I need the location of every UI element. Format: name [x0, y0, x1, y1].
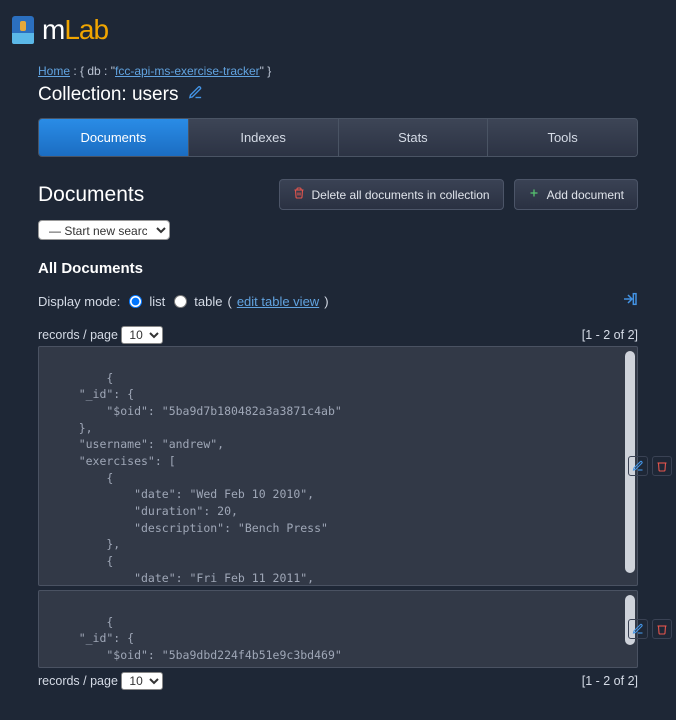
add-document-label: Add document: [547, 188, 624, 202]
logo-m: m: [42, 14, 64, 45]
rpp-select-top[interactable]: 10: [121, 326, 163, 344]
edit-table-view-link[interactable]: edit table view: [237, 294, 319, 309]
display-mode-table-label: table: [194, 294, 222, 309]
page-title-text: Collection: users: [38, 84, 178, 106]
records-per-page-bottom: records / page 10: [38, 672, 163, 690]
app-header: mLab: [0, 0, 676, 64]
display-mode-table-radio[interactable]: [174, 295, 187, 308]
delete-document-icon[interactable]: [652, 619, 672, 639]
breadcrumb-db-link[interactable]: fcc-api-ms-exercise-tracker: [115, 64, 260, 78]
page-title: Collection: users: [38, 84, 638, 106]
display-mode-list-radio[interactable]: [129, 295, 142, 308]
edit-document-icon[interactable]: [628, 619, 648, 639]
tab-indexes[interactable]: Indexes: [189, 119, 339, 156]
tab-tools[interactable]: Tools: [488, 119, 637, 156]
rpp-label-bottom: records / page: [38, 674, 118, 688]
records-per-page-top: records / page 10: [38, 326, 163, 344]
tabs: Documents Indexes Stats Tools: [38, 118, 638, 157]
delete-all-button[interactable]: Delete all documents in collection: [279, 179, 504, 210]
trash-icon: [293, 187, 305, 202]
logo-lab: Lab: [64, 14, 108, 45]
tab-stats[interactable]: Stats: [339, 119, 489, 156]
export-icon[interactable]: [622, 291, 638, 312]
edit-document-icon[interactable]: [628, 456, 648, 476]
document-json: { "_id": { "$oid": "5ba9d7b180482a3a3871…: [51, 371, 342, 586]
document-json: { "_id": { "$oid": "5ba9dbd224f4b51e9c3b…: [51, 615, 342, 668]
breadcrumb-home-link[interactable]: Home: [38, 64, 70, 78]
rpp-label-top: records / page: [38, 328, 118, 342]
all-documents-title: All Documents: [38, 260, 638, 277]
add-document-button[interactable]: Add document: [514, 179, 638, 210]
logo-text: mLab: [42, 14, 108, 46]
display-mode-list-label: list: [149, 294, 165, 309]
page-range-top: [1 - 2 of 2]: [582, 328, 638, 342]
search-select[interactable]: — Start new search —: [38, 220, 170, 240]
breadcrumb: Home : { db : "fcc-api-ms-exercise-track…: [38, 64, 638, 78]
edit-title-icon[interactable]: [188, 84, 203, 106]
logo-mark-icon: [12, 16, 34, 44]
delete-all-label: Delete all documents in collection: [312, 188, 490, 202]
plus-icon: [528, 187, 540, 202]
display-mode: Display mode: list table (edit table vie…: [38, 294, 329, 309]
documents-list: { "_id": { "$oid": "5ba9d7b180482a3a3871…: [38, 346, 638, 668]
document-row[interactable]: { "_id": { "$oid": "5ba9d7b180482a3a3871…: [38, 346, 638, 586]
section-title: Documents: [38, 183, 144, 207]
delete-document-icon[interactable]: [652, 456, 672, 476]
tab-documents[interactable]: Documents: [39, 119, 189, 156]
breadcrumb-db-suffix: " }: [260, 64, 272, 78]
logo[interactable]: mLab: [12, 14, 108, 46]
display-mode-label: Display mode:: [38, 294, 120, 309]
page-range-bottom: [1 - 2 of 2]: [582, 674, 638, 688]
rpp-select-bottom[interactable]: 10: [121, 672, 163, 690]
breadcrumb-db-prefix: { db : ": [80, 64, 115, 78]
document-row[interactable]: { "_id": { "$oid": "5ba9dbd224f4b51e9c3b…: [38, 590, 638, 668]
